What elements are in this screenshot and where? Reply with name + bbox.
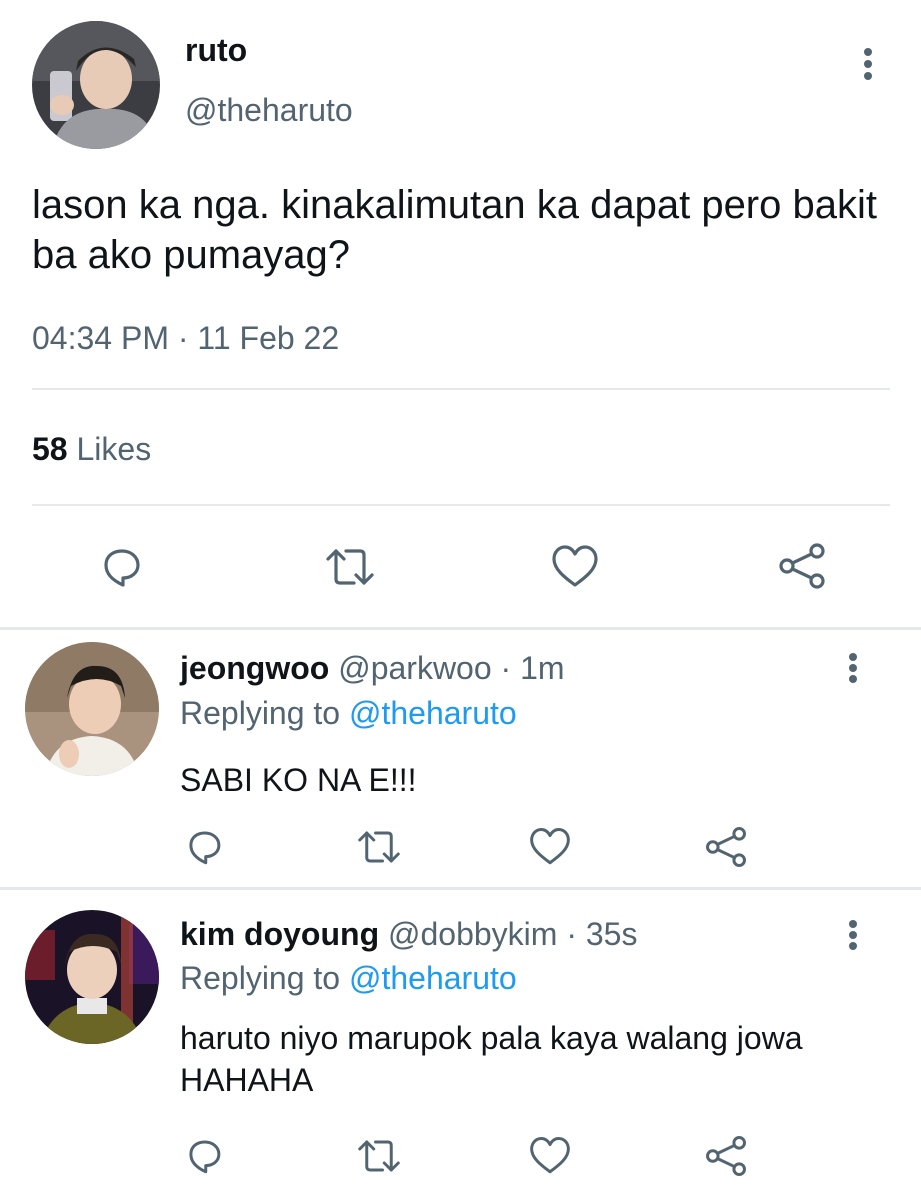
retweet-icon[interactable] [356, 826, 402, 868]
share-icon[interactable] [704, 825, 748, 869]
author-display-name[interactable]: ruto [185, 30, 247, 70]
section-separator [0, 887, 921, 890]
reply-handle-time[interactable]: @parkwoo · 1m [338, 650, 564, 686]
more-vertical-icon[interactable] [847, 920, 859, 950]
tweet-text: lason ka nga. kinakalimutan ka dapat per… [32, 183, 877, 277]
replying-to-line: Replying to @theharuto [180, 957, 517, 999]
reply-display-name[interactable]: kim doyoung [180, 916, 379, 952]
more-vertical-icon[interactable] [862, 48, 874, 80]
reply-bubble-icon[interactable] [97, 543, 145, 591]
share-icon[interactable] [777, 541, 827, 591]
reply-bubble-icon[interactable] [183, 826, 225, 868]
heart-icon[interactable] [528, 826, 572, 868]
share-icon[interactable] [704, 1134, 748, 1178]
likes-label: Likes [76, 431, 152, 467]
reply-header: kim doyoung @dobbykim · 35s [180, 913, 637, 955]
more-vertical-icon[interactable] [847, 653, 859, 683]
reply-header: jeongwoo @parkwoo · 1m [180, 647, 565, 689]
divider [32, 504, 890, 506]
divider [32, 388, 890, 390]
tweet-timestamp[interactable]: 04:34 PM · 11 Feb 22 [32, 316, 339, 360]
replying-prefix: Replying to [180, 695, 341, 731]
section-separator [0, 627, 921, 630]
reply-bubble-icon[interactable] [183, 1135, 225, 1177]
replying-mention[interactable]: @theharuto [349, 695, 517, 731]
reply-text: haruto niyo marupok pala kaya walang jow… [180, 1020, 803, 1098]
replying-mention[interactable]: @theharuto [349, 960, 517, 996]
likes-summary[interactable]: 58 Likes [32, 428, 151, 470]
author-avatar[interactable] [32, 21, 160, 149]
author-handle[interactable]: @theharuto [185, 90, 353, 130]
reply-avatar[interactable] [25, 642, 159, 776]
heart-icon[interactable] [528, 1135, 572, 1177]
likes-count: 58 [32, 431, 68, 467]
replying-prefix: Replying to [180, 960, 341, 996]
reply-handle-time[interactable]: @dobbykim · 35s [388, 916, 637, 952]
retweet-icon[interactable] [324, 543, 376, 591]
replying-to-line: Replying to @theharuto [180, 692, 517, 734]
reply-display-name[interactable]: jeongwoo [180, 650, 329, 686]
reply-avatar[interactable] [25, 910, 159, 1044]
reply-text: SABI KO NA E!!! [180, 762, 417, 798]
heart-icon[interactable] [550, 543, 600, 591]
retweet-icon[interactable] [356, 1135, 402, 1177]
